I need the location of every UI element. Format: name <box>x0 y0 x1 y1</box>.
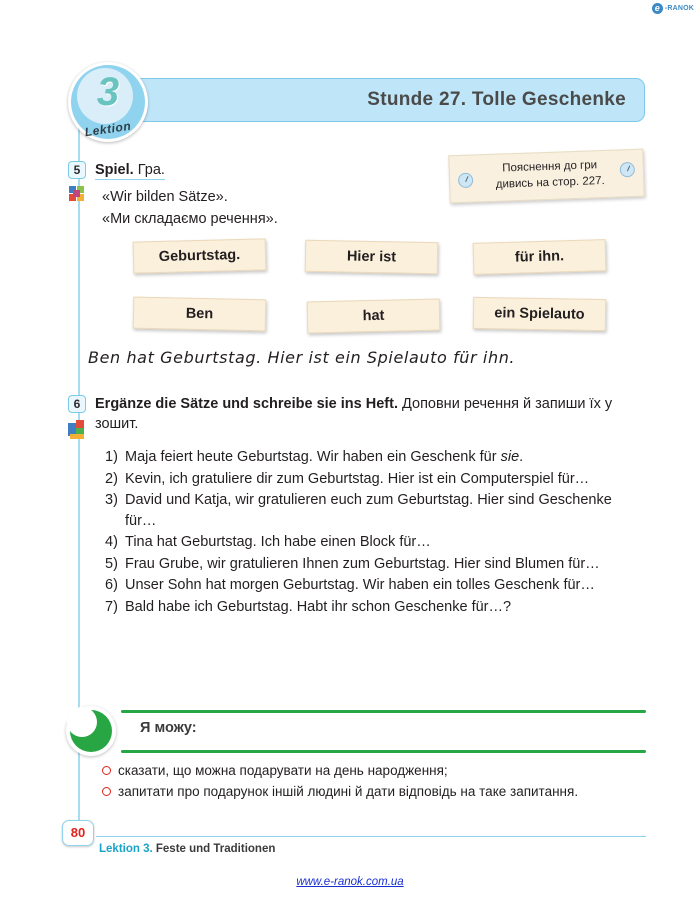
footer-lesson-label: Lektion 3. <box>99 843 153 855</box>
list-item: 3) David und Katja, wir gratulieren euch … <box>105 490 645 531</box>
exercise-5-quote-uk: «Ми складаємо речення». <box>102 211 278 227</box>
self-assessment-item: сказати, що можна подарувати на день нар… <box>102 761 647 781</box>
word-card[interactable]: hat <box>306 298 441 334</box>
red-circle-bullet-icon <box>102 761 118 781</box>
exercise-6-heading: Ergänze die Sätze und schreibe sie ins H… <box>95 394 643 434</box>
list-item-text: Maja feiert heute Geburtstag. Wir haben … <box>125 449 524 465</box>
self-assessment-ring-icon <box>66 706 116 756</box>
abc-blocks-icon <box>68 420 88 440</box>
note-line-2: дивись на стор. 227. <box>495 174 605 191</box>
list-item-marker: 3) <box>105 492 118 508</box>
exercise-6-heading-uk: Доповни речення <box>402 396 519 412</box>
list-item-text: Tina hat Geburtstag. Ich habe einen Bloc… <box>125 534 431 550</box>
self-assessment-item-text: сказати, що можна подарувати на день нар… <box>118 763 448 778</box>
self-assessment-rule-top <box>121 710 646 713</box>
lesson-badge: 3 Lektion <box>68 62 148 142</box>
list-item-text: Frau Grube, wir gratulieren Ihnen zum Ge… <box>125 555 600 572</box>
example-sentence: Ben hat Geburtstag. Hier ist ein Spielau… <box>88 348 516 367</box>
exercise-5-heading: Spiel. Гра. <box>95 160 165 180</box>
list-item-marker: 7) <box>105 598 118 615</box>
game-instructions-note: Пояснення до гри дивись на стор. 227. <box>448 148 645 204</box>
self-assessment-section: Я можу: сказати, що можна подарувати на … <box>66 704 646 819</box>
list-item: 6) Unser Sohn hat morgen Geburtstag. Wir … <box>105 575 645 596</box>
list-item: 4) Tina hat Geburtstag. Ich habe einen Bl… <box>105 532 645 553</box>
exercise-5-heading-uk: Гра. <box>137 162 165 178</box>
exercise-5-quote-de: «Wir bilden Sätze». <box>102 189 228 205</box>
exercise-6-sentence-list: 1) Maja feiert heute Geburtstag. Wir habe… <box>105 447 645 618</box>
self-assessment-title: Я можу: <box>140 720 197 736</box>
list-item-marker: 6) <box>105 577 118 593</box>
footer-chapter: Lektion 3. Feste und Traditionen <box>99 843 275 855</box>
page-title-bar: Stunde 27. Tolle Geschenke <box>128 78 645 122</box>
exercise-6-number: 6 <box>68 395 86 413</box>
list-item-text: Bald habe ich Geburtstag. Habt ihr schon… <box>125 598 512 615</box>
page-number-badge: 80 <box>62 820 94 846</box>
publisher-logo-word: -RANOK <box>664 5 694 12</box>
list-item-text: Unser Sohn hat morgen Geburtstag. Wir ha… <box>125 577 595 593</box>
exercise-5-heading-de: Spiel. <box>95 162 134 178</box>
list-item-text: David und Katja, wir gratulieren euch zu… <box>125 492 612 529</box>
exercise-6-heading-de: Ergänze die Sätze und schreibe sie ins H… <box>95 396 398 412</box>
note-pin-right-icon <box>619 161 636 178</box>
list-item-marker: 4) <box>105 534 118 550</box>
list-item: 7) Bald habe ich Geburtstag. Habt ihr sch… <box>105 597 645 618</box>
footer-chapter-title: Feste und Traditionen <box>155 843 276 855</box>
word-card[interactable]: Ben <box>132 296 267 332</box>
word-card[interactable]: ein Spielauto <box>472 296 607 332</box>
list-item: 2) Kevin, ich gratuliere dir zum Geburtst… <box>105 469 645 490</box>
lesson-badge-number: 3 <box>96 70 120 114</box>
note-pin-left-icon <box>457 172 474 189</box>
list-item-marker: 1) <box>105 449 118 465</box>
publisher-logo: e -RANOK <box>651 3 694 14</box>
red-circle-bullet-icon <box>102 782 118 802</box>
publisher-logo-mark: e <box>651 3 663 14</box>
list-item-text: Kevin, ich gratuliere dir zum Geburtstag… <box>125 470 590 487</box>
list-item: 5) Frau Grube, wir gratulieren Ihnen zum … <box>105 554 645 575</box>
self-assessment-item-text: запитати про подарунок іншій людині й да… <box>118 784 579 799</box>
self-assessment-rule-bottom <box>121 750 646 753</box>
footer-rule <box>96 836 646 837</box>
word-card[interactable]: Hier ist <box>304 239 439 275</box>
word-card[interactable]: für ihn. <box>472 239 607 275</box>
list-item-marker: 5) <box>105 555 118 572</box>
word-card[interactable]: Geburtstag. <box>132 238 267 274</box>
self-assessment-list: сказати, що можна подарувати на день нар… <box>102 761 647 803</box>
building-blocks-icon <box>68 184 88 204</box>
self-assessment-item: запитати про подарунок іншій людині й да… <box>102 782 647 802</box>
list-item-marker: 2) <box>105 470 118 487</box>
note-text: Пояснення до гри дивись на стор. 227. <box>479 156 620 193</box>
exercise-5-number: 5 <box>68 161 86 179</box>
publisher-url[interactable]: www.e-ranok.com.ua <box>0 876 700 888</box>
page-title: Stunde 27. Tolle Geschenke <box>367 89 626 110</box>
list-item: 1) Maja feiert heute Geburtstag. Wir habe… <box>105 447 645 468</box>
